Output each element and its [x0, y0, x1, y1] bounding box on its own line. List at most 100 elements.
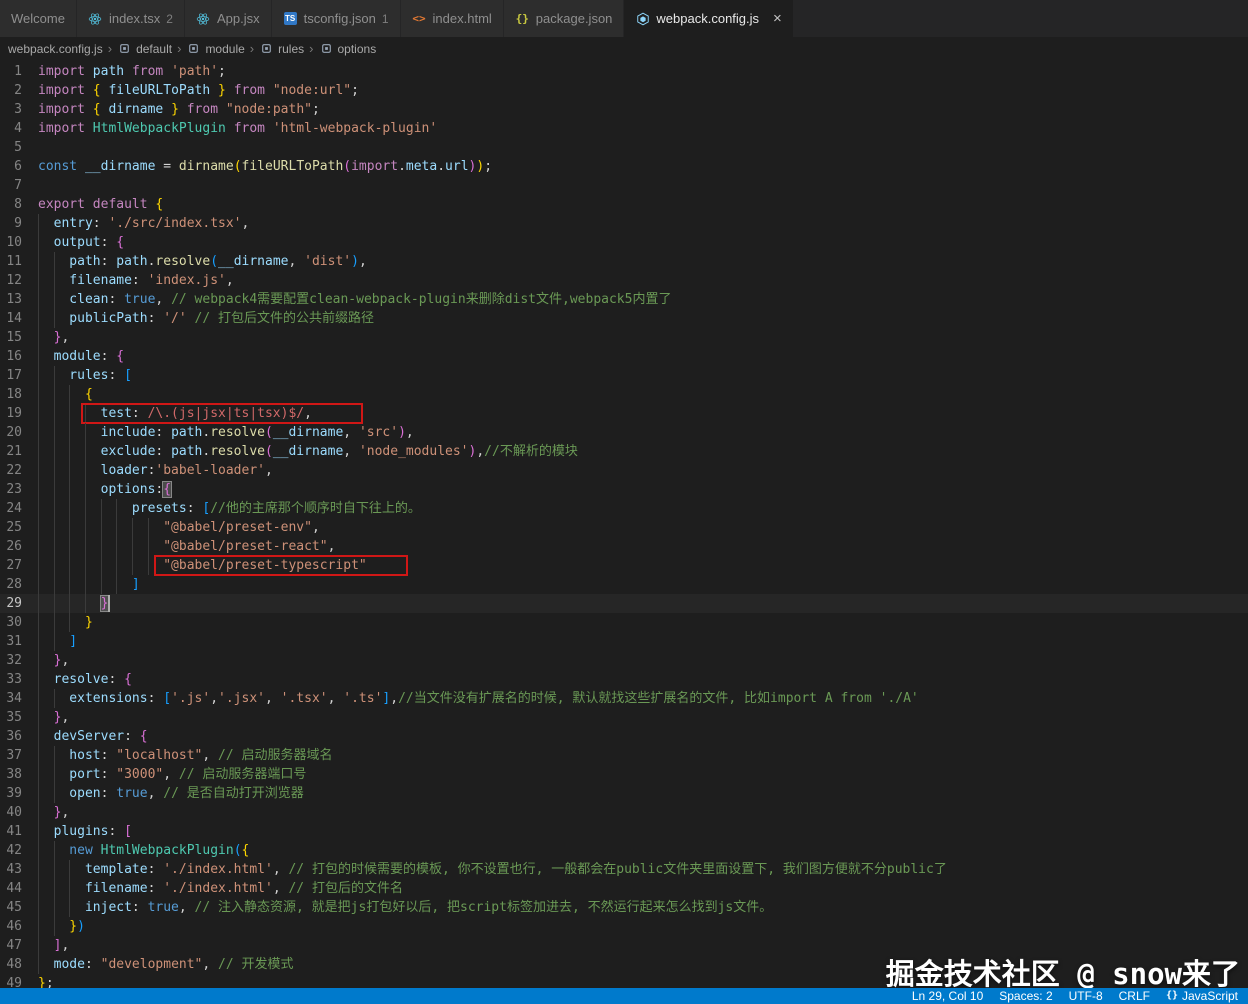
line-number[interactable]: 15 — [0, 328, 22, 347]
status-cursor-position[interactable]: Ln 29, Col 10 — [912, 989, 983, 1003]
tab-package-json[interactable]: {} package.json — [503, 0, 625, 37]
code-line[interactable]: 38 port: "3000", // 启动服务器端口号 — [0, 765, 1248, 784]
breadcrumb-item-webpack-config-js[interactable]: webpack.config.js — [8, 42, 103, 56]
line-number[interactable]: 33 — [0, 670, 22, 689]
line-number[interactable]: 18 — [0, 385, 22, 404]
line-number[interactable]: 13 — [0, 290, 22, 309]
code-line[interactable]: 25 "@babel/preset-env", — [0, 518, 1248, 537]
code-line[interactable]: 2 import { fileURLToPath } from "node:url… — [0, 81, 1248, 100]
code-line[interactable]: 41 plugins: [ — [0, 822, 1248, 841]
line-number[interactable]: 27 — [0, 556, 22, 575]
code-line[interactable]: 15 }, — [0, 328, 1248, 347]
code-line[interactable]: 3 import { dirname } from "node:path"; — [0, 100, 1248, 119]
line-number[interactable]: 32 — [0, 651, 22, 670]
line-number[interactable]: 34 — [0, 689, 22, 708]
line-number[interactable]: 7 — [0, 176, 22, 195]
line-number[interactable]: 25 — [0, 518, 22, 537]
line-number[interactable]: 37 — [0, 746, 22, 765]
line-number[interactable]: 19 — [0, 404, 22, 423]
code-line[interactable]: 45 inject: true, // 注入静态资源, 就是把js打包好以后, … — [0, 898, 1248, 917]
line-number[interactable]: 41 — [0, 822, 22, 841]
tab-index-html[interactable]: <> index.html — [400, 0, 504, 37]
code-line[interactable]: 29 } — [0, 594, 1248, 613]
code-line[interactable]: 18 { — [0, 385, 1248, 404]
code-line[interactable]: 28 ] — [0, 575, 1248, 594]
code-line[interactable]: 36 devServer: { — [0, 727, 1248, 746]
code-line[interactable]: 23 options:{ — [0, 480, 1248, 499]
line-number[interactable]: 14 — [0, 309, 22, 328]
code-line[interactable]: 11 path: path.resolve(__dirname, 'dist')… — [0, 252, 1248, 271]
line-number[interactable]: 4 — [0, 119, 22, 138]
code-line[interactable]: 33 resolve: { — [0, 670, 1248, 689]
code-line[interactable]: 10 output: { — [0, 233, 1248, 252]
code-line[interactable]: 5 — [0, 138, 1248, 157]
code-line[interactable]: 37 host: "localhost", // 启动服务器域名 — [0, 746, 1248, 765]
line-number[interactable]: 21 — [0, 442, 22, 461]
tab-index-tsx[interactable]: index.tsx 2 — [76, 0, 185, 37]
line-number[interactable]: 28 — [0, 575, 22, 594]
line-number[interactable]: 5 — [0, 138, 22, 157]
code-line[interactable]: 1 import path from 'path'; — [0, 62, 1248, 81]
line-number[interactable]: 23 — [0, 480, 22, 499]
breadcrumb-item-options[interactable]: options — [319, 41, 376, 56]
tab-app-jsx[interactable]: App.jsx — [184, 0, 272, 37]
code-line[interactable]: 13 clean: true, // webpack4需要配置clean-web… — [0, 290, 1248, 309]
line-number[interactable]: 36 — [0, 727, 22, 746]
code-line[interactable]: 9 entry: './src/index.tsx', — [0, 214, 1248, 233]
code-line[interactable]: 31 ] — [0, 632, 1248, 651]
status-indentation[interactable]: Spaces: 2 — [999, 989, 1052, 1003]
code-line[interactable]: 8 export default { — [0, 195, 1248, 214]
code-line[interactable]: 46 }) — [0, 917, 1248, 936]
line-number[interactable]: 1 — [0, 62, 22, 81]
line-number[interactable]: 2 — [0, 81, 22, 100]
code-line[interactable]: 19 test: /\.(js|jsx|ts|tsx)$/, — [0, 403, 1248, 424]
line-number[interactable]: 47 — [0, 936, 22, 955]
line-number[interactable]: 8 — [0, 195, 22, 214]
line-number[interactable]: 48 — [0, 955, 22, 974]
line-number[interactable]: 45 — [0, 898, 22, 917]
line-number[interactable]: 43 — [0, 860, 22, 879]
code-line[interactable]: 20 include: path.resolve(__dirname, 'src… — [0, 423, 1248, 442]
code-line[interactable]: 4 import HtmlWebpackPlugin from 'html-web… — [0, 119, 1248, 138]
code-line[interactable]: 26 "@babel/preset-react", — [0, 537, 1248, 556]
tab-webpack-config-js[interactable]: webpack.config.js × — [624, 0, 794, 37]
code-line[interactable]: 43 template: './index.html', // 打包的时候需要的… — [0, 860, 1248, 879]
code-line[interactable]: 34 extensions: ['.js','.jsx', '.tsx', '.… — [0, 689, 1248, 708]
code-line[interactable]: 7 — [0, 176, 1248, 195]
line-number[interactable]: 3 — [0, 100, 22, 119]
code-line[interactable]: 6 const __dirname = dirname(fileURLToPath… — [0, 157, 1248, 176]
code-line[interactable]: 22 loader:'babel-loader', — [0, 461, 1248, 480]
line-number[interactable]: 16 — [0, 347, 22, 366]
breadcrumb-item-module[interactable]: module — [186, 41, 245, 56]
line-number[interactable]: 11 — [0, 252, 22, 271]
line-number[interactable]: 39 — [0, 784, 22, 803]
status-eol[interactable]: CRLF — [1119, 989, 1150, 1003]
line-number[interactable]: 46 — [0, 917, 22, 936]
line-number[interactable]: 6 — [0, 157, 22, 176]
code-line[interactable]: 16 module: { — [0, 347, 1248, 366]
line-number[interactable]: 40 — [0, 803, 22, 822]
code-line[interactable]: 40 }, — [0, 803, 1248, 822]
code-line[interactable]: 24 presets: [//他的主席那个顺序时自下往上的。 — [0, 499, 1248, 518]
line-number[interactable]: 29 — [0, 594, 22, 613]
line-number[interactable]: 12 — [0, 271, 22, 290]
line-number[interactable]: 38 — [0, 765, 22, 784]
line-number[interactable]: 30 — [0, 613, 22, 632]
line-number[interactable]: 35 — [0, 708, 22, 727]
status-language-mode[interactable]: {} JavaScript — [1166, 989, 1238, 1003]
code-line[interactable]: 14 publicPath: '/' // 打包后文件的公共前缀路径 — [0, 309, 1248, 328]
status-encoding[interactable]: UTF-8 — [1069, 989, 1103, 1003]
line-number[interactable]: 44 — [0, 879, 22, 898]
tab-tsconfig-json[interactable]: TS tsconfig.json 1 — [271, 0, 401, 37]
code-line[interactable]: 17 rules: [ — [0, 366, 1248, 385]
code-line[interactable]: 12 filename: 'index.js', — [0, 271, 1248, 290]
breadcrumb-item-rules[interactable]: rules — [259, 41, 304, 56]
code-line[interactable]: 48 mode: "development", // 开发模式 — [0, 955, 1248, 974]
line-number[interactable]: 31 — [0, 632, 22, 651]
code-line[interactable]: 27 "@babel/preset-typescript" — [0, 555, 1248, 576]
line-number[interactable]: 22 — [0, 461, 22, 480]
code-line[interactable]: 21 exclude: path.resolve(__dirname, 'nod… — [0, 442, 1248, 461]
code-line[interactable]: 30 } — [0, 613, 1248, 632]
breadcrumb-item-default[interactable]: default — [117, 41, 172, 56]
line-number[interactable]: 24 — [0, 499, 22, 518]
